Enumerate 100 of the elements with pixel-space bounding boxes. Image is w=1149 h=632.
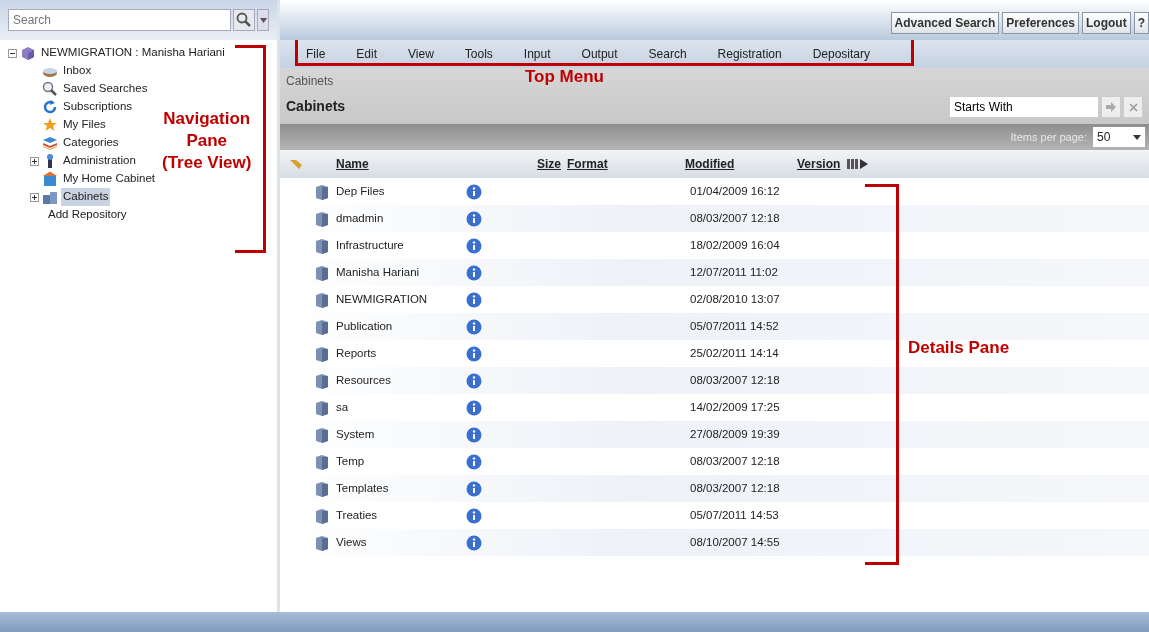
column-header[interactable]: Modified [685, 155, 797, 173]
menu-item[interactable]: Tools [456, 45, 501, 63]
modified-date: 18/02/2009 16:04 [690, 237, 780, 253]
info-icon [466, 237, 482, 254]
tree-item[interactable]: My Files [61, 116, 108, 134]
toolbar-button[interactable]: ? [1133, 12, 1149, 34]
modified-date: 08/03/2007 12:18 [690, 480, 780, 496]
column-header[interactable]: Size [526, 155, 561, 173]
columns-icon [847, 158, 869, 170]
cabinet-icon [314, 183, 330, 200]
info-icon [466, 507, 482, 524]
info-icon [466, 534, 482, 551]
tree-item[interactable]: Inbox [61, 62, 94, 80]
caret-icon [1133, 134, 1141, 140]
modified-date: 08/03/2007 12:18 [690, 453, 780, 469]
search-icon [236, 12, 252, 28]
column-header[interactable]: Version [797, 155, 847, 173]
folder-name[interactable]: Treaties [336, 506, 466, 525]
toolbar-button[interactable]: Logout [1082, 12, 1131, 34]
cabinet-icon [314, 237, 330, 254]
cabinet-icon [314, 507, 330, 524]
annotation-label: Navigation Pane (Tree View) [162, 108, 252, 174]
modified-date: 08/03/2007 12:18 [690, 210, 780, 226]
folder-name[interactable]: Resources [336, 371, 466, 390]
menu-item[interactable]: Registration [709, 45, 790, 63]
info-icon [466, 399, 482, 416]
info-icon [466, 453, 482, 470]
menu-item[interactable]: View [400, 45, 442, 63]
arrow-icon [1106, 102, 1116, 112]
menu-item[interactable]: Depositary [804, 45, 878, 63]
modified-date: 05/07/2011 14:52 [690, 318, 779, 334]
stack-icon [42, 135, 58, 151]
cabinet-icon [314, 264, 330, 281]
folder-name[interactable]: Manisha Hariani [336, 263, 466, 282]
menu-item[interactable]: Output [573, 45, 626, 63]
cabinet-icon [314, 345, 330, 362]
modified-date: 05/07/2011 14:53 [690, 507, 779, 523]
column-header[interactable]: Name [336, 155, 526, 173]
items-per-page-label: Items per page: [1010, 129, 1087, 145]
cabinet-icon [314, 426, 330, 443]
collapse-icon[interactable] [8, 48, 17, 58]
tree-item[interactable]: Administration [61, 152, 138, 170]
folder-name[interactable]: sa [336, 398, 466, 417]
modified-date: 08/03/2007 12:18 [690, 372, 780, 388]
info-icon [466, 318, 482, 335]
page-heading: Cabinets [286, 97, 346, 116]
refresh-icon [42, 99, 58, 115]
folder-name[interactable]: Publication [336, 317, 466, 336]
tree-item[interactable]: Categories [61, 134, 121, 152]
caret-icon [259, 17, 267, 23]
filter-field[interactable]: Starts With [949, 96, 1099, 118]
folder-name[interactable]: Dep Files [336, 182, 466, 201]
expand-icon[interactable] [30, 156, 39, 166]
modified-date: 12/07/2011 11:02 [690, 264, 778, 280]
folder-name[interactable]: dmadmin [336, 209, 466, 228]
cabinet-icon [314, 399, 330, 416]
toolbar-button[interactable]: Advanced Search [890, 12, 1000, 34]
server-icon [42, 189, 58, 205]
tree-item[interactable]: Saved Searches [61, 80, 150, 98]
folder-name[interactable]: System [336, 425, 466, 444]
dropdown-button[interactable] [257, 9, 269, 31]
tree-item[interactable]: Cabinets [61, 188, 111, 206]
folder-name[interactable]: Temp [336, 452, 466, 471]
folder-name[interactable]: Views [336, 533, 466, 552]
folder-name[interactable]: NEWMIGRATION [336, 290, 466, 309]
menu-item[interactable]: Input [515, 45, 559, 63]
cabinet-icon [314, 534, 330, 551]
toolbar-button[interactable]: Preferences [1002, 12, 1079, 34]
tree-item[interactable]: Subscriptions [61, 98, 135, 116]
modified-date: 08/10/2007 14:55 [690, 534, 780, 550]
menu-item[interactable]: File [298, 45, 334, 63]
tree-item[interactable]: Add Repository [46, 206, 129, 224]
search-field[interactable]: Search [8, 9, 231, 31]
folder-name[interactable]: Reports [336, 344, 466, 363]
info-icon [466, 426, 482, 443]
cabinet-icon [314, 318, 330, 335]
search-button[interactable] [233, 9, 255, 31]
info-icon [466, 291, 482, 308]
cabinet-icon [314, 291, 330, 308]
modified-date: 27/08/2009 19:39 [690, 426, 780, 442]
column-header[interactable]: Format [567, 155, 685, 173]
tree-item[interactable]: NEWMIGRATION : Manisha Hariani [39, 44, 227, 62]
tree-item[interactable]: My Home Cabinet [61, 170, 158, 188]
modified-date: 14/02/2009 17:25 [690, 399, 780, 415]
breadcrumb-link[interactable]: Cabinets [286, 72, 334, 90]
menu-item[interactable]: Search [640, 45, 695, 63]
items-per-page-select[interactable]: 50 [1093, 127, 1145, 147]
info-icon [466, 264, 482, 281]
folder-name[interactable]: Infrastructure [336, 236, 466, 255]
expand-icon[interactable] [30, 192, 39, 202]
info-icon [466, 183, 482, 200]
folder-name[interactable]: Templates [336, 479, 466, 498]
cube-icon [20, 45, 36, 61]
modified-date: 25/02/2011 14:14 [690, 345, 779, 361]
cabinet-icon [314, 480, 330, 497]
menu-item[interactable]: Edit [348, 45, 386, 63]
modified-date: 02/08/2010 13:07 [690, 291, 780, 307]
annotation-label: Top Menu [525, 66, 604, 88]
info-icon [466, 210, 482, 227]
modified-date: 01/04/2009 16:12 [690, 183, 780, 199]
